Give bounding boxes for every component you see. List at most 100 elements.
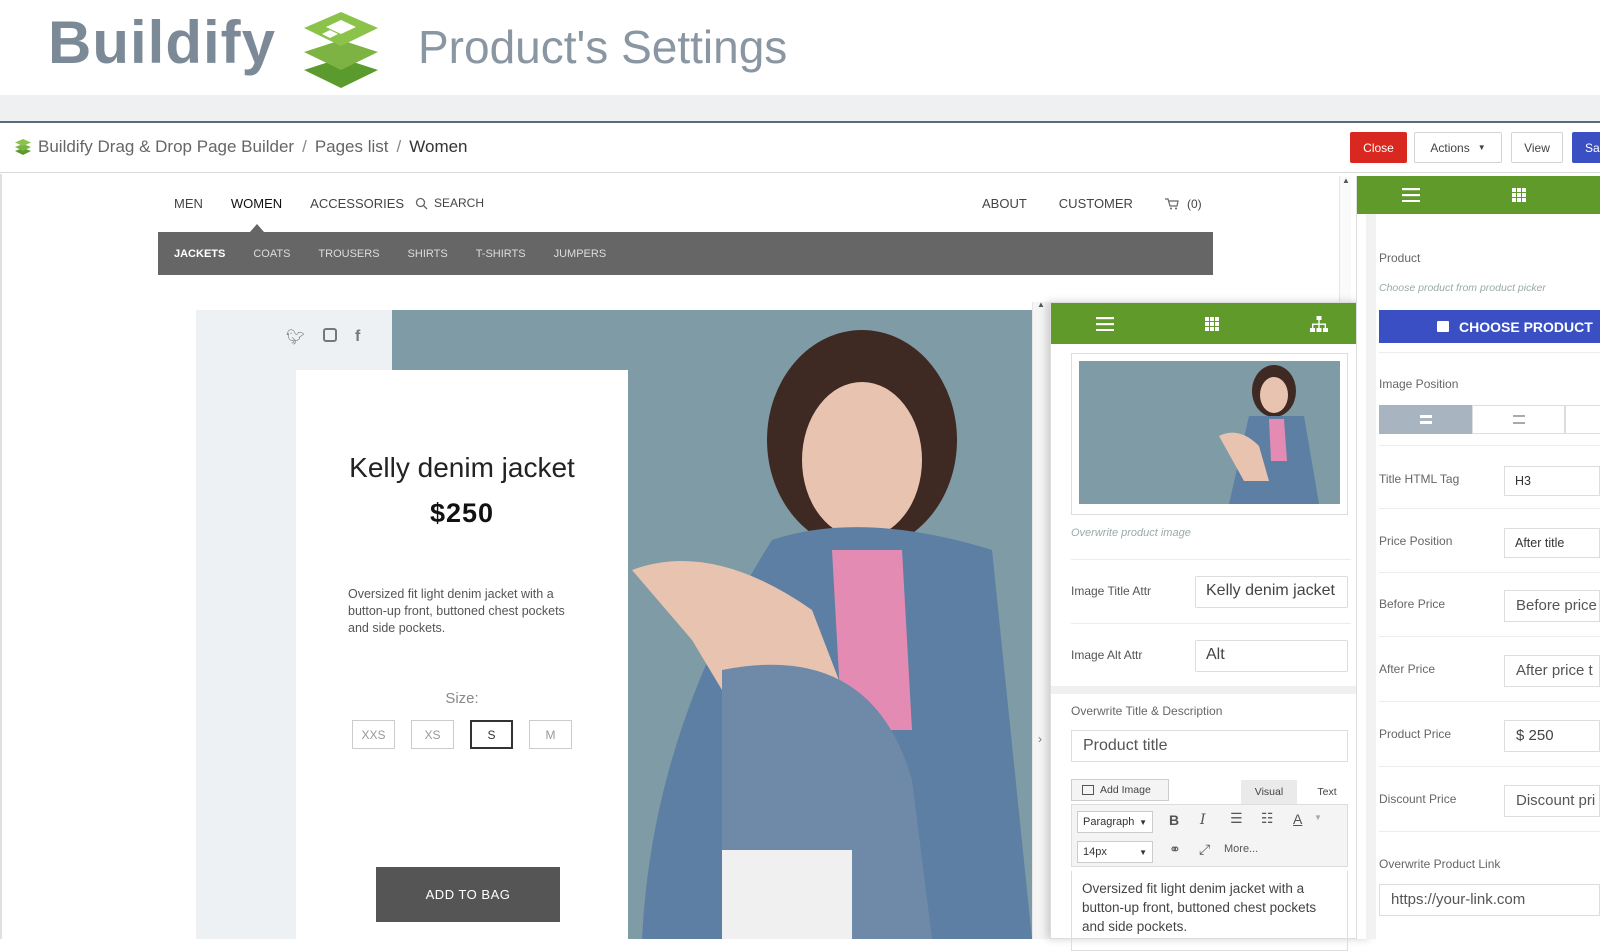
price-position-label: Price Position <box>1379 534 1453 548</box>
product-image-picker[interactable] <box>1071 353 1348 515</box>
nav-item-about[interactable]: ABOUT <box>982 196 1027 211</box>
subnav-item-jackets[interactable]: JACKETS <box>174 248 225 260</box>
font-size-select[interactable]: 14px ▼ <box>1077 841 1153 863</box>
after-price-label: After Price <box>1379 662 1436 676</box>
subnav-item-trousers[interactable]: TROUSERS <box>318 248 379 260</box>
cart-link[interactable]: (0) <box>1164 197 1202 211</box>
scroll-up-arrow-icon[interactable]: ▲ <box>1342 176 1350 185</box>
add-to-bag-button[interactable]: ADD TO BAG <box>376 867 560 922</box>
caret-down-icon: ▼ <box>1139 847 1147 857</box>
nav-item-customer[interactable]: CUSTOMER <box>1059 196 1133 211</box>
size-option-m[interactable]: M <box>529 720 572 749</box>
nav-item-accessories[interactable]: ACCESSORIES <box>310 196 404 211</box>
editor-toolbar: Paragraph ▼ B I ☰ ☷ A ▼ 14px ▼ ⚭ ⤢ More.… <box>1071 804 1348 867</box>
subnav-item-jumpers[interactable]: JUMPERS <box>554 248 607 260</box>
size-option-xs[interactable]: XS <box>411 720 454 749</box>
save-button[interactable]: Sa <box>1572 132 1600 163</box>
nav-item-men[interactable]: MEN <box>174 196 203 211</box>
choose-product-label: CHOOSE PRODUCT <box>1459 318 1593 335</box>
product-image-thumbnail <box>1079 361 1340 504</box>
align-right-icon[interactable] <box>1565 405 1600 434</box>
tab-general[interactable] <box>1357 176 1465 214</box>
search-label: SEARCH <box>434 196 485 210</box>
settings-header-tabs <box>1357 176 1600 214</box>
overwrite-title-heading: Overwrite Title & Description <box>1071 704 1223 718</box>
product-card: Kelly denim jacket $250 Oversized fit li… <box>296 370 628 939</box>
numbered-list-icon[interactable]: ☷ <box>1261 810 1274 827</box>
menu-lines-icon <box>1402 188 1420 202</box>
product-price-label: Product Price <box>1379 727 1452 741</box>
price-position-select[interactable]: After title <box>1504 528 1600 558</box>
description-editor[interactable]: Oversized fit light denim jacket with a … <box>1071 871 1348 951</box>
image-alt-input[interactable]: Alt <box>1195 640 1348 672</box>
title-tag-select[interactable]: H3 <box>1504 466 1600 496</box>
breadcrumb-separator: / <box>396 137 402 156</box>
facebook-icon[interactable]: f <box>355 328 360 346</box>
actions-dropdown-button[interactable]: Actions ▼ <box>1414 132 1502 163</box>
italic-icon[interactable]: I <box>1200 812 1206 828</box>
size-option-xxs[interactable]: XXS <box>352 720 395 749</box>
tab-text[interactable]: Text <box>1305 780 1349 804</box>
divider-strip <box>0 95 1600 123</box>
tab-general[interactable] <box>1051 303 1158 344</box>
tab-layout[interactable] <box>1465 176 1573 214</box>
paragraph-format-select[interactable]: Paragraph ▼ <box>1077 811 1153 833</box>
discount-price-input[interactable]: Discount pri <box>1504 785 1600 817</box>
product-price-input[interactable]: $ 250 <box>1504 720 1600 752</box>
nav-item-women[interactable]: WOMEN <box>231 196 282 211</box>
divider <box>1379 831 1600 832</box>
link-icon[interactable]: ⚭ <box>1169 841 1181 858</box>
cart-icon <box>1164 197 1179 209</box>
text-color-icon[interactable]: A <box>1293 811 1302 827</box>
breadcrumb-root[interactable]: Buildify Drag & Drop Page Builder <box>38 137 294 157</box>
align-left-icon[interactable] <box>1379 405 1472 434</box>
before-price-input[interactable]: Before price <box>1504 590 1600 622</box>
divider <box>1379 701 1600 702</box>
subnav-item-t-shirts[interactable]: T-SHIRTS <box>476 248 526 260</box>
buildify-small-logo-icon <box>15 139 31 155</box>
instagram-icon[interactable] <box>323 328 338 342</box>
subnav-item-shirts[interactable]: SHIRTS <box>408 248 448 260</box>
product-title-input[interactable]: Product title <box>1071 730 1348 762</box>
title-tag-label: Title HTML Tag <box>1379 472 1460 486</box>
size-option-s[interactable]: S <box>470 720 513 749</box>
chevron-right-icon[interactable]: › <box>1038 732 1042 746</box>
bold-icon[interactable]: B <box>1169 812 1179 828</box>
panel-header-tabs <box>1051 303 1373 344</box>
panel-gutter <box>1366 214 1376 939</box>
more-button[interactable]: More... <box>1224 843 1258 855</box>
panel-collapse-gutter[interactable]: ▲ › <box>1032 300 1050 939</box>
align-center-icon[interactable] <box>1472 405 1565 434</box>
image-title-input[interactable]: Kelly denim jacket <box>1195 576 1348 608</box>
active-nav-caret <box>250 224 264 232</box>
scroll-up-arrow-icon[interactable]: ▲ <box>1037 300 1045 309</box>
subnav-item-coats[interactable]: COATS <box>253 248 290 260</box>
caret-down-icon[interactable]: ▼ <box>1314 813 1322 822</box>
product-title: Kelly denim jacket <box>349 452 575 483</box>
element-settings-panel: Overwrite product image Image Title Attr… <box>1050 302 1373 951</box>
tab-visual[interactable]: Visual <box>1241 780 1297 804</box>
image-title-row: Image Title Attr Kelly denim jacket <box>1071 559 1351 623</box>
divider <box>1379 445 1600 446</box>
breadcrumb-pages-list[interactable]: Pages list <box>315 137 389 157</box>
choose-product-button[interactable]: CHOOSE PRODUCT <box>1379 310 1600 343</box>
page-title: Product's Settings <box>418 21 788 73</box>
view-button[interactable]: View <box>1511 132 1563 163</box>
size-label: Size: <box>445 690 479 707</box>
add-image-button[interactable]: Add Image <box>1071 779 1169 801</box>
bullet-list-icon[interactable]: ☰ <box>1230 810 1243 827</box>
add-image-label: Add Image <box>1100 784 1151 796</box>
fullscreen-icon[interactable]: ⤢ <box>1199 841 1210 858</box>
tab-layout[interactable] <box>1158 303 1265 344</box>
close-button[interactable]: Close <box>1350 132 1407 163</box>
bag-icon <box>1437 321 1449 332</box>
twitter-icon[interactable]: 🐦︎ <box>286 328 305 346</box>
site-main-nav: MEN WOMEN ACCESSORIES <box>174 196 404 211</box>
after-price-input[interactable]: After price t <box>1504 655 1600 687</box>
site-search[interactable]: SEARCH <box>415 196 484 210</box>
font-size-value: 14px <box>1083 846 1107 858</box>
product-link-input[interactable]: https://your-link.com <box>1379 884 1600 916</box>
breadcrumb-current: Women <box>409 137 468 156</box>
site-nav-right: ABOUT CUSTOMER (0) <box>982 196 1202 211</box>
site-sub-nav: JACKETS COATS TROUSERS SHIRTS T-SHIRTS J… <box>158 232 1213 275</box>
